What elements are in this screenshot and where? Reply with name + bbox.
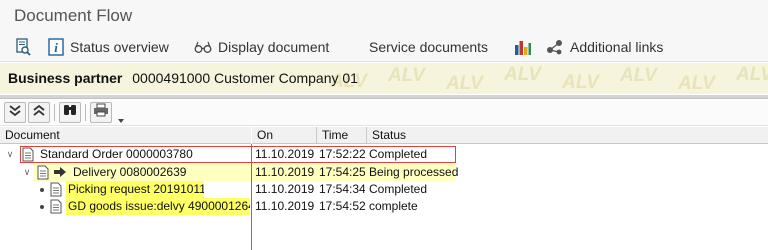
collapse-all-icon [32,103,46,122]
column-header-on[interactable]: On [252,127,316,144]
chevron-down-icon[interactable]: ∨ [22,167,32,177]
print-icon [93,103,109,122]
info-icon: i [48,38,64,56]
row-document: Standard Order 0000003780 [40,147,193,161]
chart-button[interactable] [514,37,532,57]
svg-text:ALV: ALV [735,64,768,85]
print-button[interactable] [90,102,112,123]
row-date: 11.10.2019 [255,165,315,179]
document-icon [22,147,36,164]
find-icon [63,103,77,122]
bullet-icon [40,205,44,209]
svg-text:ALV: ALV [445,73,484,94]
row-time: 17:54:34 [319,182,365,196]
toolbar-separator [85,104,86,121]
svg-text:ALV: ALV [387,65,426,86]
chevron-down-icon[interactable]: ∨ [5,149,15,159]
row-status: Completed [369,182,428,196]
row-date: 11.10.2019 [255,199,315,213]
column-header-time[interactable]: Time [317,127,366,144]
row-status: Completed [369,147,428,161]
toolbar-separator [54,104,55,121]
find-button[interactable] [59,102,81,123]
expand-all-button[interactable] [4,102,26,123]
bullet-icon [40,188,44,192]
service-documents-button[interactable]: Service documents [369,37,488,57]
header-info-strip: ALV ALV ALV ALV ALV ALV ALV ALV Business… [0,63,768,94]
column-header-status[interactable]: Status [367,127,768,144]
alv-watermark: ALV ALV ALV ALV ALV ALV ALV ALV [330,64,768,94]
document-icon [50,199,64,216]
row-status: complete [369,199,418,213]
row-document: Delivery 0080002639 [73,165,187,179]
window-title: Document Flow [14,6,133,25]
row-date: 11.10.2019 [255,182,315,196]
collapse-all-button[interactable] [28,102,50,123]
row-date: 11.10.2019 [255,147,315,161]
business-partner-label: Business partner [8,70,123,86]
row-time: 17:54:25 [319,165,365,179]
status-overview-button[interactable]: i Status overview [48,37,169,57]
additional-links-label: Additional links [570,39,664,55]
document-search-button[interactable] [14,37,32,57]
links-icon [546,39,564,55]
table-row[interactable]: GD goods issue:delvy 4900001264 11.10.20… [0,198,768,215]
svg-text:ALV: ALV [561,72,600,93]
document-search-icon [14,38,32,56]
service-documents-label: Service documents [369,39,489,55]
column-divider [316,127,317,144]
row-document: GD goods issue:delvy 4900001264 [66,198,250,215]
svg-text:ALV: ALV [677,73,716,94]
display-document-label: Display document [218,39,330,55]
business-partner-field: Business partner 0000491000 Customer Com… [8,70,358,86]
business-partner-value: 0000491000 Customer Company 01 [132,70,358,86]
tree-toolbar [0,100,768,126]
svg-text:ALV: ALV [619,65,658,86]
svg-text:i: i [54,40,58,55]
glasses-icon [194,40,212,54]
title-bar: Document Flow [0,0,768,33]
chart-icon [514,38,532,56]
additional-links-button[interactable]: Additional links [546,37,663,57]
status-overview-label: Status overview [70,39,169,55]
display-document-button[interactable]: Display document [194,37,329,57]
svg-text:ALV: ALV [503,64,542,85]
splitter[interactable] [0,95,768,99]
row-time: 17:54:52 [319,199,365,213]
row-time: 17:52:22 [319,147,365,161]
application-toolbar: i Status overview Display document Servi… [0,33,768,62]
column-header-document[interactable]: Document [0,127,251,144]
table-row[interactable]: Picking request 20191011 11.10.2019 17:5… [0,181,768,198]
row-document: Picking request 20191011 [66,181,204,198]
expand-all-icon [8,103,22,122]
column-divider [366,127,367,144]
table-row[interactable]: ∨ Delivery 0080002639 11.10.2019 17:54:2… [0,164,768,181]
row-status: Being processed [369,165,459,179]
document-icon [50,182,64,199]
document-icon [37,165,51,182]
table-row[interactable]: ∨ Standard Order 0000003780 11.10.2019 1… [0,146,768,163]
